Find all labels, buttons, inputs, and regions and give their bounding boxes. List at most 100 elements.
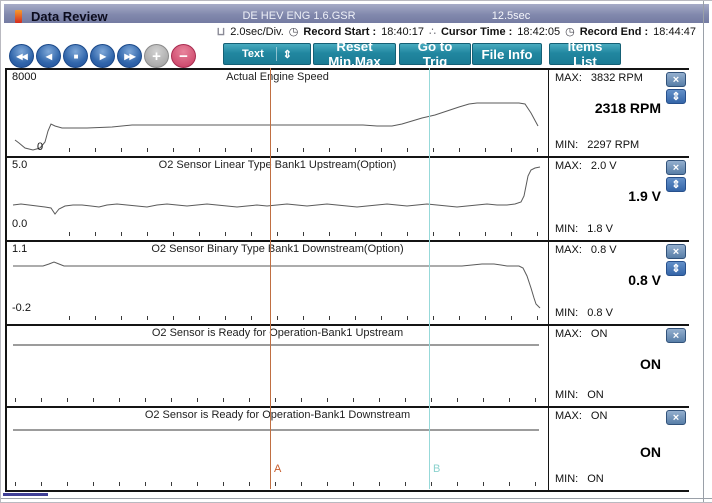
scale-min-label: 0 [37,141,43,153]
channel-row-o2-ready-upstream: O2 Sensor is Ready for Operation-Bank1 U… [5,324,689,406]
channel-title: Actual Engine Speed [7,71,548,83]
channel-row-engine-speed: Actual Engine Speed 8000 0 MAX:3832 RPM … [5,68,689,156]
trace-line [15,103,538,150]
close-icon: × [673,162,679,174]
scale-min-label: -0.2 [12,302,31,314]
reorder-channel-button[interactable]: ⇕ [666,261,686,276]
cursor-a-line[interactable] [270,68,271,489]
reorder-channel-button[interactable]: ⇕ [666,177,686,192]
scale-max-label: 5.0 [12,159,27,171]
max-label: MAX: [555,244,582,256]
close-icon: × [673,74,679,86]
stop-icon: ■ [74,52,78,61]
time-ticks [69,316,542,320]
time-ticks [69,148,542,152]
channel-title: O2 Sensor Linear Type Bank1 Upstream(Opt… [7,159,548,171]
updown-arrow-icon: ⇕ [283,48,292,61]
channel-title: O2 Sensor is Ready for Operation-Bank1 D… [7,409,548,421]
close-channel-button[interactable]: × [666,160,686,175]
close-channel-button[interactable]: × [666,410,686,425]
updown-icon: ⇕ [671,91,680,103]
reset-minmax-button[interactable]: Reset Min.Max [313,43,396,65]
cursor-a-label: A [274,463,281,475]
time-division-icon: ⊔ [217,25,226,38]
items-list-button[interactable]: Items List [549,43,621,65]
reorder-channel-button[interactable]: ⇕ [666,89,686,104]
page-title: Data Review [31,7,108,26]
fast-forward-icon: ▶▶ [124,52,134,61]
record-info-bar: ⊔ 2.0sec/Div. ◷ Record Start : 18:40:17 … [151,23,696,40]
close-channel-button[interactable]: × [666,328,686,343]
zoom-in-button[interactable]: + [144,44,169,68]
current-value: 2318 RPM [595,100,661,116]
graph-area[interactable]: O2 Sensor Binary Type Bank1 Downstream(O… [7,242,549,324]
value-panel: MAX:ON ON MIN:ON × [548,326,689,406]
time-ticks [15,398,542,402]
max-label: MAX: [555,72,582,84]
max-value: 3832 RPM [591,72,643,84]
value-panel: MAX:2.0 V 1.9 V MIN:1.8 V × ⇕ [548,158,689,240]
rewind-button[interactable]: ◀◀ [9,44,34,68]
time-ticks [15,482,542,486]
min-value: 0.8 V [587,307,613,319]
cursor-b-label: B [433,463,440,475]
graph-area[interactable]: O2 Sensor Linear Type Bank1 Upstream(Opt… [7,158,549,240]
current-value: 0.8 V [628,272,661,288]
zoom-out-button[interactable]: − [171,44,196,68]
display-mode-value: Text [242,48,264,60]
close-channel-button[interactable]: × [666,72,686,87]
max-value: ON [591,410,608,422]
channel-row-o2-ready-downstream: O2 Sensor is Ready for Operation-Bank1 D… [5,406,689,492]
scale-max-label: 8000 [12,71,36,83]
cursor-b-line[interactable] [429,68,430,489]
close-channel-button[interactable]: × [666,244,686,259]
value-panel: MAX:ON ON MIN:ON × [548,408,689,490]
min-label: MIN: [555,389,578,401]
record-end-label: Record End : [580,26,648,38]
min-value: ON [587,389,604,401]
graph-area[interactable]: O2 Sensor is Ready for Operation-Bank1 U… [7,326,549,406]
cursor-time-value: 18:42:05 [517,26,560,38]
min-value: 2297 RPM [587,139,639,151]
max-value: 0.8 V [591,244,617,256]
min-value: ON [587,473,604,485]
title-bar: Data Review DE HEV ENG 1.6.GSR 12.5sec [4,4,709,23]
close-icon: × [673,330,679,342]
time-ticks [69,232,542,236]
fast-forward-button[interactable]: ▶▶ [117,44,142,68]
graph-area[interactable]: Actual Engine Speed 8000 0 [7,70,549,156]
window-right-edge [703,1,704,502]
horizontal-scrollbar-thumb[interactable] [3,493,48,496]
graph-area[interactable]: O2 Sensor is Ready for Operation-Bank1 D… [7,408,549,490]
trace-line [13,167,540,214]
max-label: MAX: [555,160,582,172]
updown-icon: ⇕ [671,263,680,275]
channel-title: O2 Sensor is Ready for Operation-Bank1 U… [7,327,548,339]
time-division: 2.0sec/Div. [230,26,284,38]
display-mode-select[interactable]: Text ⇕ [223,43,311,65]
stop-button[interactable]: ■ [63,44,88,68]
max-label: MAX: [555,410,582,422]
channel-title: O2 Sensor Binary Type Bank1 Downstream(O… [7,243,548,255]
file-info-button[interactable]: File Info [472,43,542,65]
updown-icon: ⇕ [671,179,680,191]
min-label: MIN: [555,139,578,151]
rewind-icon: ◀◀ [16,52,26,61]
app-icon [15,10,22,23]
max-value: ON [591,328,608,340]
step-back-button[interactable]: ◀ [36,44,61,68]
current-value: ON [640,356,661,372]
go-to-trig-button[interactable]: Go to Trig [399,43,471,65]
cursor-time-label: Cursor Time : [441,26,512,38]
play-button[interactable]: ▶ [90,44,115,68]
min-label: MIN: [555,307,578,319]
minus-icon: − [179,48,188,65]
cursor-time-icon: ∴ [429,25,436,38]
close-icon: × [673,246,679,258]
scale-max-label: 1.1 [12,243,27,255]
current-value: 1.9 V [628,188,661,204]
min-label: MIN: [555,223,578,235]
record-start-label: Record Start : [303,26,376,38]
record-end-value: 18:44:47 [653,26,696,38]
min-label: MIN: [555,473,578,485]
